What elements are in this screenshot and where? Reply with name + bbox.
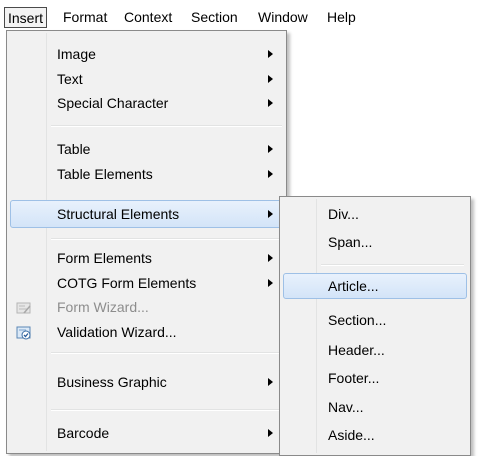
submenu-item-label: Div...	[328, 206, 359, 222]
submenu-item-div[interactable]: Div...	[283, 201, 467, 227]
menu-item-label: Image	[57, 46, 96, 62]
menu-separator	[321, 264, 464, 266]
validation-wizard-icon	[16, 324, 32, 340]
menu-item-barcode[interactable]: Barcode	[10, 421, 283, 445]
menu-item-label: Validation Wizard...	[57, 324, 177, 340]
menu-context[interactable]: Context	[121, 7, 175, 27]
menu-item-table-elements[interactable]: Table Elements	[10, 162, 283, 186]
submenu-item-label: Footer...	[328, 370, 380, 386]
menu-item-structural-elements[interactable]: Structural Elements	[10, 200, 283, 228]
submenu-item-label: Header...	[328, 342, 385, 358]
form-wizard-icon	[16, 299, 32, 315]
submenu-item-header[interactable]: Header...	[283, 337, 467, 363]
menu-item-label: Structural Elements	[57, 206, 180, 222]
submenu-arrow-icon	[268, 50, 273, 58]
submenu-item-footer[interactable]: Footer...	[283, 365, 467, 391]
submenu-arrow-icon	[268, 378, 273, 386]
menu-item-table[interactable]: Table	[10, 137, 283, 161]
menu-format[interactable]: Format	[60, 7, 110, 27]
menu-item-label: Form Wizard...	[57, 299, 149, 315]
submenu-item-nav[interactable]: Nav...	[283, 394, 467, 420]
menu-item-label: Table	[57, 141, 91, 157]
menu-item-label: Table Elements	[57, 166, 153, 182]
submenu-item-article[interactable]: Article...	[283, 273, 467, 299]
menu-item-validation-wizard[interactable]: Validation Wizard...	[10, 320, 283, 344]
menu-item-text[interactable]: Text	[10, 67, 283, 91]
menu-item-form-elements[interactable]: Form Elements	[10, 246, 283, 270]
menu-insert[interactable]: Insert	[4, 7, 48, 28]
menu-separator	[51, 409, 282, 411]
menu-item-special-character[interactable]: Special Character	[10, 91, 283, 115]
menu-help[interactable]: Help	[324, 7, 359, 27]
menu-item-label: Form Elements	[57, 250, 152, 266]
submenu-arrow-icon	[268, 254, 273, 262]
submenu-arrow-icon	[268, 429, 273, 437]
submenu-item-section[interactable]: Section...	[283, 307, 467, 333]
submenu-arrow-icon	[268, 145, 273, 153]
submenu-arrow-icon	[268, 210, 273, 218]
menu-item-label: Text	[57, 71, 83, 87]
menu-window[interactable]: Window	[255, 7, 311, 27]
submenu-item-label: Article...	[328, 278, 379, 294]
menu-item-cotg-form-elements[interactable]: COTG Form Elements	[10, 271, 283, 295]
menu-item-label: COTG Form Elements	[57, 275, 197, 291]
menu-bar: Insert Format Context Section Window Hel…	[0, 0, 485, 30]
menu-item-form-wizard[interactable]: Form Wizard...	[10, 295, 283, 319]
structural-elements-submenu: Div... Span... Article... Section... Hea…	[279, 196, 471, 456]
submenu-item-label: Span...	[328, 234, 373, 250]
submenu-item-label: Nav...	[328, 399, 364, 415]
insert-dropdown-menu: Image Text Special Character Table Table…	[6, 30, 287, 454]
menu-separator	[51, 125, 282, 127]
submenu-arrow-icon	[268, 170, 273, 178]
submenu-item-span[interactable]: Span...	[283, 229, 467, 255]
menu-section[interactable]: Section	[188, 7, 241, 27]
menu-separator	[51, 352, 282, 354]
submenu-arrow-icon	[268, 75, 273, 83]
menu-separator	[51, 238, 282, 240]
submenu-item-label: Section...	[328, 312, 387, 328]
menu-item-label: Barcode	[57, 425, 110, 441]
submenu-item-label: Aside...	[328, 427, 375, 443]
menu-item-business-graphic[interactable]: Business Graphic	[10, 370, 283, 394]
menu-item-label: Business Graphic	[57, 374, 167, 390]
submenu-arrow-icon	[268, 279, 273, 287]
submenu-item-aside[interactable]: Aside...	[283, 422, 467, 448]
submenu-arrow-icon	[268, 99, 273, 107]
menu-item-label: Special Character	[57, 95, 169, 111]
menu-item-image[interactable]: Image	[10, 42, 283, 66]
